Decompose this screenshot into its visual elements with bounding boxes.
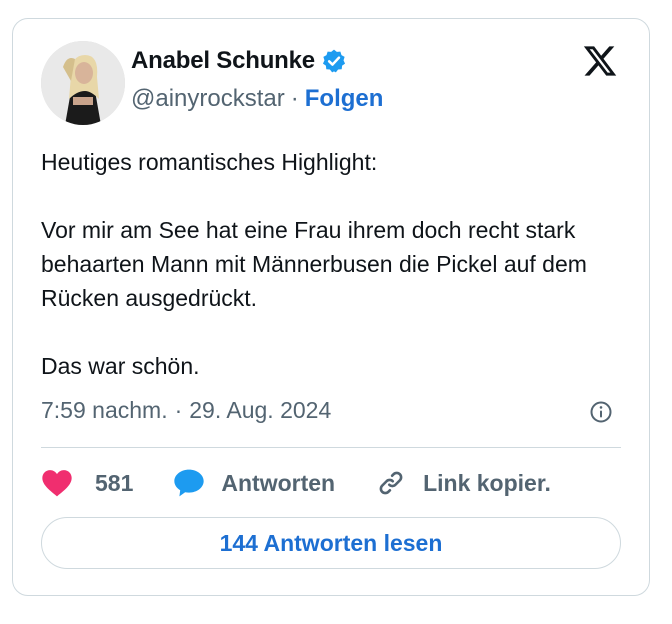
verified-badge-icon: [322, 49, 345, 73]
reply-label: Antworten: [221, 469, 336, 496]
handle-separator: ·: [290, 85, 299, 112]
author-handle-row: @ainyrockstar · Folgen: [131, 85, 383, 113]
follow-button[interactable]: Folgen: [305, 85, 384, 113]
avatar-photo: [41, 41, 125, 125]
author-handle[interactable]: @ainyrockstar: [131, 85, 285, 113]
tweet-date: 29. Aug. 2024: [189, 397, 332, 423]
reply-bubble-icon: [174, 469, 205, 497]
info-icon[interactable]: [589, 400, 613, 424]
copy-link-label: Link kopier.: [423, 469, 551, 496]
timestamp-separator: ·: [174, 397, 183, 423]
like-button[interactable]: 581: [41, 468, 133, 498]
tweet-time: 7:59 nachm.: [41, 397, 168, 423]
tweet-card: Anabel Schunke @ainyrockstar · Folgen He…: [12, 18, 650, 596]
heart-icon: [42, 470, 72, 497]
divider: [41, 447, 621, 448]
x-logo-icon[interactable]: [581, 43, 619, 79]
tweet-text: Heutiges romantisches Highlight: Vor mir…: [41, 149, 587, 379]
link-icon: [379, 471, 403, 495]
copy-link-button[interactable]: Link kopier.: [375, 468, 551, 498]
author-name-row: Anabel Schunke: [131, 47, 347, 75]
tweet-timestamp[interactable]: 7:59 nachm. · 29. Aug. 2024: [41, 397, 331, 424]
reply-button[interactable]: Antworten: [173, 468, 335, 498]
read-replies-button[interactable]: 144 Antworten lesen: [41, 517, 621, 569]
like-count: 581: [95, 469, 134, 496]
avatar[interactable]: [41, 41, 125, 125]
author-name[interactable]: Anabel Schunke: [131, 47, 315, 75]
action-bar: 581 Antworten Link kopier.: [41, 465, 591, 501]
